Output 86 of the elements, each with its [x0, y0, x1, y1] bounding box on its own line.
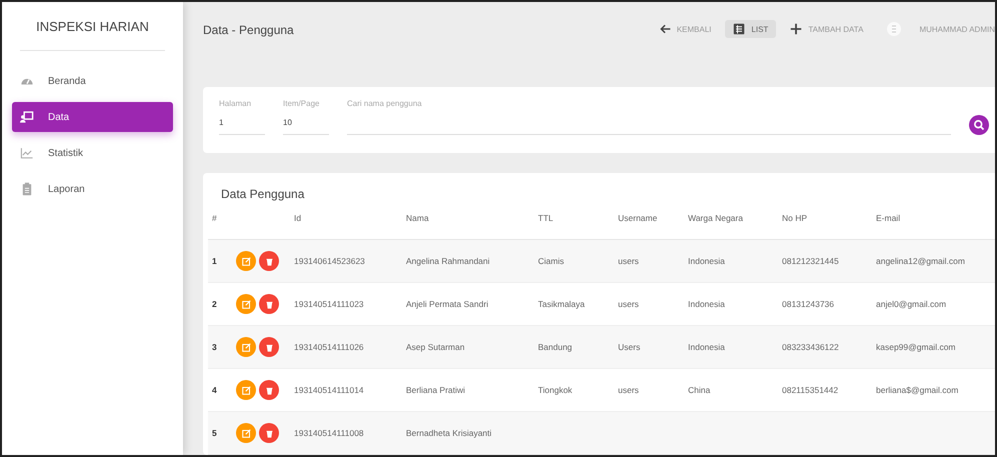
table-cell-text: Users: [618, 342, 642, 352]
delete-button[interactable]: [259, 337, 279, 357]
table-cell-text: berliana$@gmail.com: [876, 385, 960, 395]
text-input[interactable]: 1: [219, 118, 265, 127]
table-cell-text: Tasikmalaya: [538, 299, 586, 309]
table-cell-text: Indonesia: [688, 299, 726, 309]
list-icon: [733, 23, 746, 35]
chart-icon: [20, 146, 34, 160]
sidebar-item[interactable]: Laporan: [12, 174, 173, 204]
table-cell-text: angelina12@gmail.com: [876, 256, 966, 266]
row-number: 4: [211, 385, 218, 395]
toolbar-button[interactable]: LIST: [725, 20, 776, 38]
edit-button[interactable]: [236, 423, 256, 443]
sidebar-item[interactable]: Beranda: [12, 66, 173, 96]
row-number: 5: [211, 428, 218, 438]
table-cell-text: China: [688, 385, 712, 395]
delete-button[interactable]: [259, 380, 279, 400]
field-label: Item/Page: [283, 98, 320, 108]
row-number: 1: [211, 256, 218, 266]
table-cell-text: 08131243736: [782, 299, 836, 309]
delete-button[interactable]: [259, 423, 279, 443]
edit-icon: [242, 428, 250, 438]
edit-icon: [242, 256, 250, 266]
table-cell-text: 193140514111014: [294, 385, 365, 395]
column-header: No HP: [782, 213, 808, 223]
avatar-icon: [887, 22, 902, 36]
trash-icon: [264, 256, 274, 266]
arrow-left-icon: [658, 23, 671, 35]
table-cell-text: Indonesia: [688, 342, 726, 352]
edit-button[interactable]: [236, 251, 256, 271]
sidebar-item[interactable]: Statistik: [12, 138, 173, 168]
sidebar-item[interactable]: Data: [12, 102, 173, 132]
field-label: Halaman: [219, 98, 252, 108]
edit-button[interactable]: [236, 380, 256, 400]
edit-button[interactable]: [236, 337, 256, 357]
delete-button[interactable]: [259, 294, 279, 314]
table-cell-text: 081212321445: [782, 256, 840, 266]
search-icon: [973, 118, 985, 131]
clipboard-icon: [20, 182, 34, 196]
app-title: INSPEKSI HARIAN: [20, 2, 165, 51]
column-header: Nama: [406, 213, 430, 223]
table-cell-text: Ciamis: [538, 256, 565, 266]
table-cell-text: 193140514111023: [294, 299, 365, 309]
trash-icon: [264, 428, 274, 438]
column-header: #: [211, 213, 218, 223]
table-title: Data Pengguna: [220, 187, 306, 201]
table-cell-text: Angelina Rahmandani: [406, 256, 491, 266]
user-name: MUHAMMAD ADMIN: [919, 24, 995, 34]
table-cell-text: 083233436122: [782, 342, 840, 352]
trash-icon: [264, 300, 274, 308]
edit-icon: [242, 386, 250, 394]
table-cell-text: Indonesia: [688, 256, 726, 266]
table-cell-text: Bandung: [538, 342, 574, 352]
column-header: Username: [618, 213, 658, 223]
table-cell-text: kasep99@gmail.com: [876, 342, 956, 352]
table-cell-text: 193140514111008: [294, 428, 365, 438]
table-cell-text: users: [618, 299, 640, 309]
table-cell-text: users: [618, 256, 640, 266]
column-header: E-mail: [876, 213, 902, 223]
table-cell-text: Bernadheta Krisiayanti: [406, 428, 493, 438]
table-cell-text: Berliana Pratiwi: [406, 385, 466, 395]
edit-icon: [242, 342, 250, 352]
delete-button[interactable]: [259, 251, 279, 271]
column-header: TTL: [538, 213, 554, 223]
table-cell-text: Tiongkok: [538, 385, 574, 395]
row-number: 3: [211, 342, 218, 352]
page-title: Data - Pengguna: [203, 22, 294, 37]
row-number: 2: [211, 299, 218, 309]
column-header: Warga Negara: [688, 213, 744, 223]
table-cell-text: Anjeli Permata Sandri: [406, 299, 490, 309]
field-label: Cari nama pengguna: [347, 98, 423, 108]
trash-icon: [264, 342, 274, 352]
table-cell-text: 193140614523623: [294, 256, 366, 266]
text-input[interactable]: 10: [283, 118, 329, 127]
trash-icon: [264, 386, 274, 394]
edit-icon: [242, 300, 250, 308]
edit-button[interactable]: [236, 294, 256, 314]
table-cell-text: 082115351442: [782, 385, 840, 395]
column-header: Id: [294, 213, 302, 223]
plus-icon: [790, 23, 802, 35]
table-cell-text: 193140514111026: [294, 342, 365, 352]
presentation-icon: [20, 110, 34, 124]
table-cell-text: anjel0@gmail.com: [876, 299, 948, 309]
table-cell-text: Asep Sutarman: [406, 342, 466, 352]
table-cell-text: users: [618, 385, 640, 395]
search-button[interactable]: [969, 114, 989, 135]
